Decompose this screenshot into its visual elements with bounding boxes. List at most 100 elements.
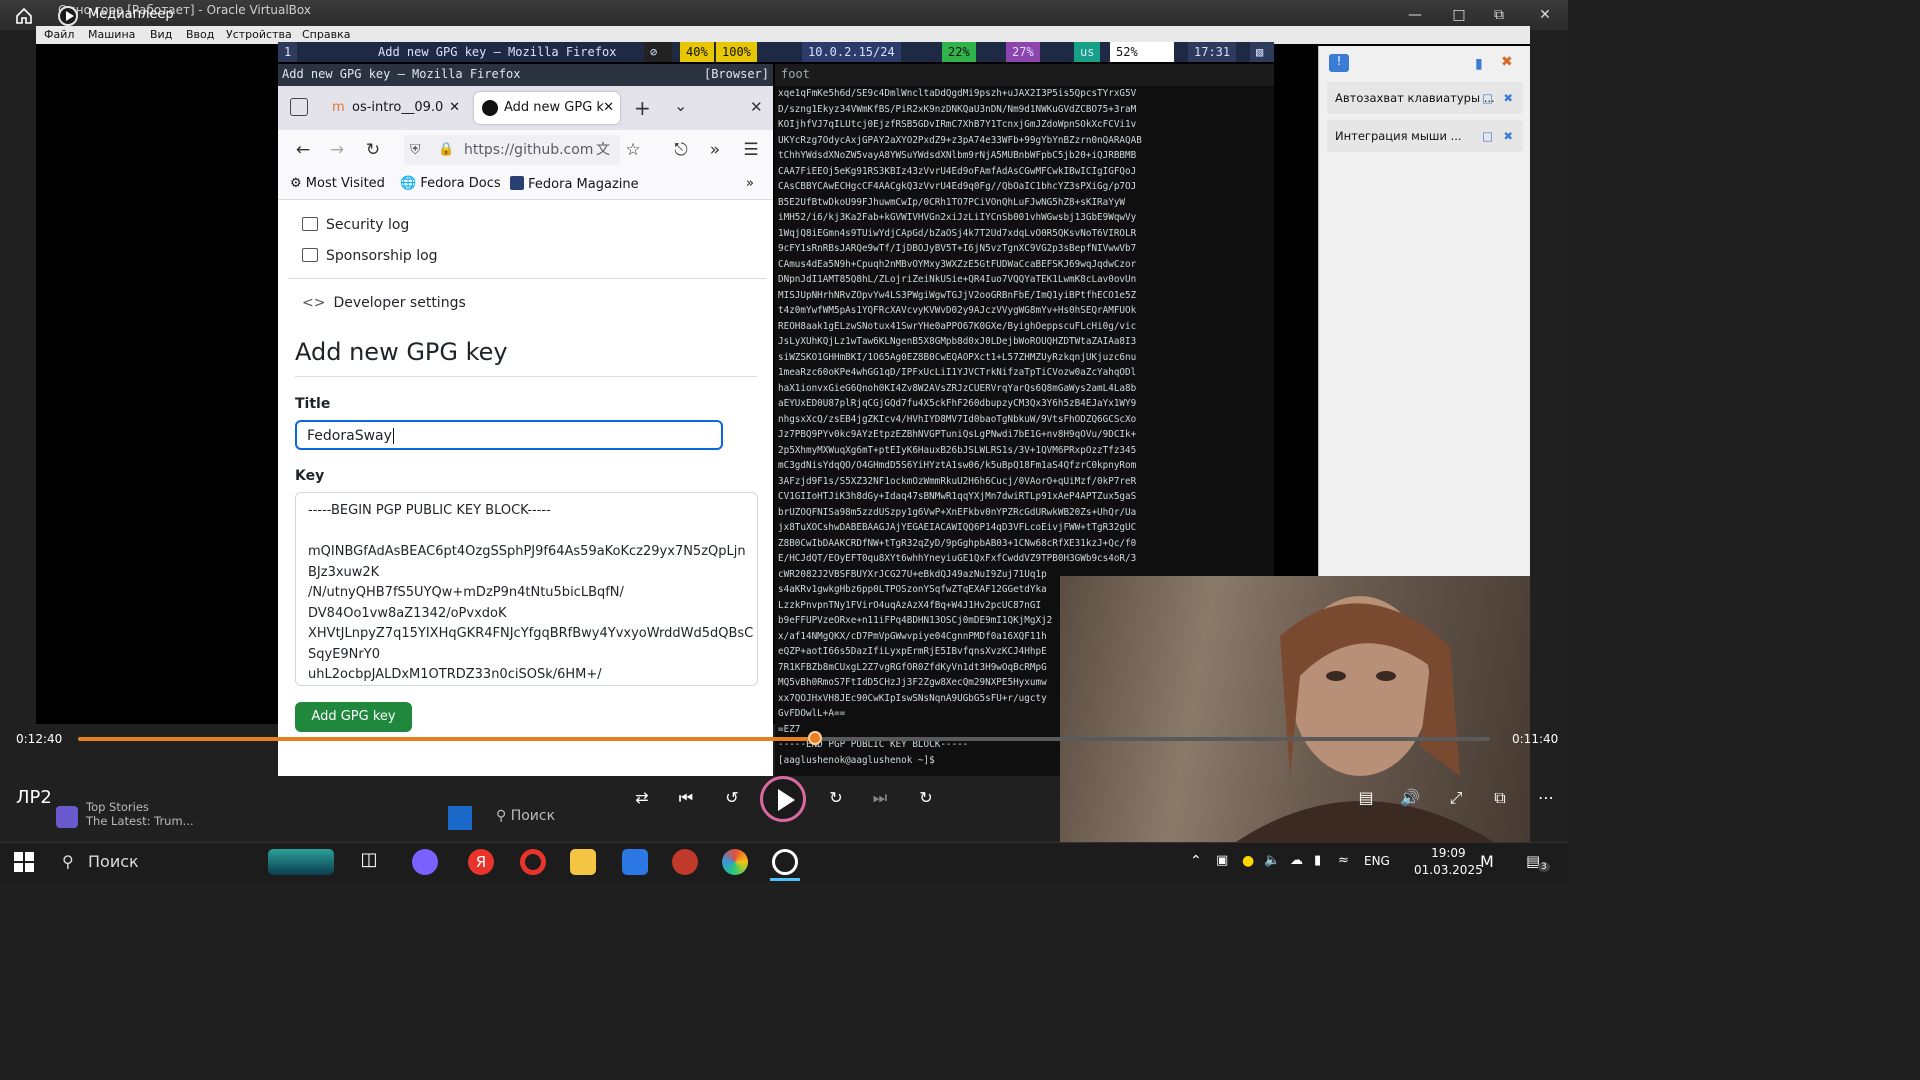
taskbar-search[interactable]: ⚲ Поиск	[54, 846, 254, 878]
skip-back-10-icon[interactable]: ↺	[718, 786, 746, 810]
next-icon[interactable]: ⏭	[866, 786, 894, 810]
reload-icon[interactable]: ↻	[360, 138, 386, 162]
volume-tray-icon[interactable]: 🔈	[1264, 853, 1280, 868]
url-bar[interactable]: ⛨ 🔒 https://github.com 文	[404, 135, 620, 165]
terminal-line: siWZSKO1GHHmBKI/1O65Ag0EZ8B0CwEQAOPXct1+…	[778, 351, 1137, 363]
info-icon[interactable]: !	[1329, 54, 1349, 72]
back-icon[interactable]: ←	[290, 138, 316, 162]
home-icon[interactable]	[14, 6, 34, 26]
task-view-icon[interactable]: ◫	[356, 849, 382, 875]
bookmark-fedora-docs[interactable]: 🌐 Fedora Docs	[400, 176, 501, 191]
menu-security-log[interactable]: Security log	[302, 217, 409, 233]
menu-help[interactable]: Справка	[302, 28, 350, 41]
play-button[interactable]	[760, 776, 806, 822]
tracking-shield-icon[interactable]: ⛨	[410, 135, 421, 165]
bookmarks-overflow-icon[interactable]: »	[746, 176, 754, 191]
volume-icon[interactable]: 🔊	[1396, 786, 1424, 810]
yandex-browser-icon[interactable]: Я	[468, 849, 494, 875]
terminal-window-header: foot	[775, 64, 1274, 86]
file-explorer-icon[interactable]	[570, 849, 596, 875]
close-window-icon[interactable]: ✕	[750, 98, 763, 116]
panel-pin-icon[interactable]: ▮	[1475, 56, 1483, 72]
tab-label: os-intro__09.0	[352, 100, 444, 115]
restore-icon[interactable]: ⧉	[1484, 4, 1514, 26]
alice-icon[interactable]	[412, 849, 438, 875]
keyboard-layout: us	[1074, 42, 1101, 62]
terminal-line: MISJUpNHrhNRvZOpvYw4LS3PWgiWgwTGJjV2ooGR…	[778, 289, 1137, 301]
panel-close-icon[interactable]: ✖	[1501, 54, 1513, 70]
extensions-icon[interactable]: ⎋	[668, 138, 694, 162]
fullscreen-icon[interactable]: ⤢	[1442, 786, 1470, 810]
notepad-icon[interactable]	[622, 849, 648, 875]
workspace-indicator[interactable]: 1	[278, 42, 298, 62]
opera-icon[interactable]	[520, 849, 546, 875]
forward-icon[interactable]: →	[324, 138, 350, 162]
repeat-off-icon[interactable]: ↻	[912, 786, 940, 810]
tray-yandex-icon[interactable]: ●	[1242, 853, 1254, 869]
notice-keyboard-capture[interactable]: Автозахват клавиатуры ... □ ✖	[1327, 82, 1523, 114]
more-options-icon[interactable]: ⋯	[1532, 786, 1560, 810]
meet-icon[interactable]: M	[1480, 852, 1502, 872]
onedrive-icon[interactable]: ☁	[1290, 853, 1303, 868]
divider	[295, 376, 757, 377]
search-highlight-image[interactable]	[268, 849, 334, 875]
key-line: XHVtJLnpyZ7q15YIXHqGKR4FNJcYfgqBRfBwy4Yv…	[308, 626, 754, 641]
skip-forward-30-icon[interactable]: ↻	[822, 786, 850, 810]
menu-input[interactable]: Ввод	[186, 28, 214, 41]
media-player-taskbar-icon[interactable]	[772, 849, 798, 875]
volume-indicator: 40%	[680, 42, 714, 62]
shuffle-icon[interactable]: ⇄	[628, 786, 656, 810]
subtitles-icon[interactable]: ▤	[1352, 786, 1380, 810]
hamburger-menu-icon[interactable]: ☰	[738, 138, 764, 162]
seek-thumb[interactable]	[808, 731, 823, 745]
menu-file[interactable]: Файл	[44, 28, 74, 41]
bookmark-star-icon[interactable]: ☆	[620, 138, 646, 162]
tab-add-gpg-key[interactable]: Add new GPG k ✕	[474, 92, 620, 124]
bookmark-fedora-magazine[interactable]: Fedora Magazine	[510, 176, 639, 192]
close-icon[interactable]: ✕	[1530, 4, 1560, 26]
taskbar-clock[interactable]: 19:09 01.03.2025	[1414, 845, 1483, 879]
app-icon[interactable]	[672, 849, 698, 875]
minimize-icon[interactable]: —	[1400, 4, 1430, 26]
translate-icon[interactable]: 文	[596, 135, 610, 165]
close-tab-icon[interactable]: ✕	[603, 92, 614, 124]
bookmark-most-visited[interactable]: ⚙ Most Visited	[290, 176, 385, 191]
tab-os-intro[interactable]: m os-intro__09.0 ✕	[322, 92, 466, 124]
key-label: Key	[295, 468, 325, 484]
firefox-view-icon[interactable]	[290, 98, 308, 116]
battery-icon[interactable]: ▮	[1314, 853, 1321, 868]
notice-close-icon[interactable]: ✖	[1503, 120, 1513, 152]
wifi-icon[interactable]: ≈	[1338, 853, 1349, 868]
tray-overflow-icon[interactable]: ⌃	[1190, 853, 1202, 869]
menu-developer-settings[interactable]: <> Developer settings	[302, 295, 466, 311]
current-time: 0:12:40	[16, 732, 63, 746]
maximize-icon[interactable]: □	[1444, 4, 1474, 26]
overflow-icon[interactable]: »	[702, 138, 728, 162]
notifications-icon[interactable]: ▤ 3	[1526, 852, 1550, 872]
language-indicator[interactable]: ENG	[1364, 854, 1390, 868]
menu-sponsorship-log[interactable]: Sponsorship log	[302, 248, 438, 264]
chrome-icon[interactable]	[722, 849, 748, 875]
notice-info-icon[interactable]: □	[1482, 82, 1493, 114]
mini-view-icon[interactable]: ⧉	[1486, 786, 1514, 810]
terminal-line: 1WqjQ8iEGmn4s9TUiwYdjCApGd/bZaOSj4k7T2Ud…	[778, 227, 1137, 239]
notice-close-icon[interactable]: ✖	[1503, 82, 1513, 114]
menu-view[interactable]: Вид	[150, 28, 172, 41]
tray-app-icon[interactable]: ▣	[1216, 853, 1228, 868]
key-textarea[interactable]: -----BEGIN PGP PUBLIC KEY BLOCK----- mQI…	[295, 492, 758, 686]
lock-icon[interactable]: 🔒	[438, 135, 454, 165]
remaining-time: 0:11:40	[1512, 732, 1559, 746]
previous-icon[interactable]: ⏮	[672, 786, 700, 810]
title-input[interactable]: FedoraSway	[295, 420, 723, 450]
cpu-indicator: 22%	[942, 42, 976, 62]
browser-window-tag: [Browser]	[703, 67, 769, 81]
list-tabs-icon[interactable]: ⌄	[674, 96, 687, 115]
new-tab-icon[interactable]: +	[634, 96, 651, 120]
notice-mouse-integration[interactable]: Интеграция мыши ... □ ✖	[1327, 120, 1523, 152]
menu-machine[interactable]: Машина	[88, 28, 135, 41]
notice-info-icon[interactable]: □	[1482, 120, 1493, 152]
close-tab-icon[interactable]: ✕	[449, 92, 460, 124]
menu-devices[interactable]: Устройства	[226, 28, 292, 41]
add-gpg-key-button[interactable]: Add GPG key	[295, 702, 412, 732]
windows-start-icon[interactable]	[14, 852, 34, 872]
